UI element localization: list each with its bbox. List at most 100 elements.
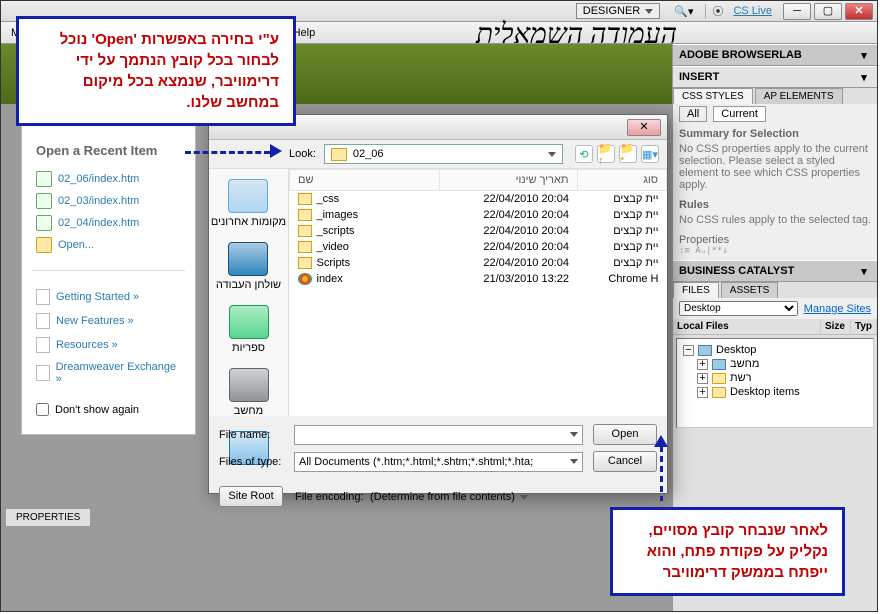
minimize-button[interactable]: ─ bbox=[783, 3, 811, 20]
file-row[interactable]: _images22/04/2010 20:04יית קבצים bbox=[290, 207, 667, 223]
rules-section: Rules No CSS rules apply to the selected… bbox=[673, 195, 877, 230]
new-features-link[interactable]: New Features » bbox=[36, 309, 181, 333]
new-folder-icon[interactable]: 📁* bbox=[619, 145, 637, 163]
chevron-down-icon bbox=[645, 9, 653, 14]
site-select[interactable]: Desktop bbox=[679, 301, 798, 316]
doc-icon bbox=[36, 337, 50, 353]
workspace-label: DESIGNER bbox=[583, 5, 640, 17]
insert-panel-head[interactable]: INSERT▾ bbox=[673, 66, 877, 88]
folder-icon bbox=[36, 237, 52, 253]
arrow-line bbox=[660, 446, 663, 501]
file-row[interactable]: _css22/04/2010 20:04יית קבצים bbox=[290, 191, 667, 208]
chrome-icon bbox=[298, 273, 312, 285]
file-encoding-label: File encoding: bbox=[295, 491, 370, 503]
collapse-icon[interactable]: ▾ bbox=[857, 264, 871, 278]
doc-icon bbox=[36, 193, 52, 209]
doc-icon bbox=[36, 365, 50, 381]
col-date[interactable]: תאריך שינוי bbox=[440, 170, 578, 191]
browserlab-panel-head[interactable]: ADOBE BROWSERLAB▾ bbox=[673, 44, 877, 66]
doc-icon bbox=[36, 171, 52, 187]
files-tab[interactable]: FILES bbox=[673, 282, 719, 298]
recent-item[interactable]: 02_06/index.htm bbox=[36, 168, 181, 190]
look-in-combo[interactable]: 02_06 bbox=[324, 144, 563, 164]
folder-icon bbox=[298, 209, 312, 221]
dialog-close-button[interactable]: ✕ bbox=[627, 119, 661, 136]
properties-section: Properties :≡ Aᵤ|**↓ bbox=[673, 230, 877, 260]
place-recent[interactable]: מקומות אחרונים bbox=[211, 179, 286, 228]
place-libraries[interactable]: ספריות bbox=[229, 305, 269, 354]
file-row[interactable]: _scripts22/04/2010 20:04יית קבצים bbox=[290, 223, 667, 239]
views-icon[interactable]: ▦▾ bbox=[641, 145, 659, 163]
folder-icon bbox=[331, 148, 347, 161]
folder-icon bbox=[298, 241, 312, 253]
chevron-down-icon bbox=[570, 459, 578, 464]
chevron-down-icon bbox=[570, 432, 578, 437]
col-name[interactable]: שם bbox=[290, 170, 440, 191]
properties-tab[interactable]: PROPERTIES bbox=[5, 508, 91, 527]
computer-icon bbox=[712, 359, 726, 370]
doc-icon bbox=[36, 289, 50, 305]
place-computer[interactable]: מחשב bbox=[229, 368, 269, 417]
cslive-link[interactable]: CS Live bbox=[733, 5, 772, 17]
file-row[interactable]: _video22/04/2010 20:04יית קבצים bbox=[290, 239, 667, 255]
getting-started-link[interactable]: Getting Started » bbox=[36, 285, 181, 309]
cancel-button[interactable]: Cancel bbox=[593, 451, 657, 472]
open-dialog: ✕ Look: 02_06 ⟲ 📁↑ 📁* ▦▾ מקומות אחרונים … bbox=[208, 114, 668, 494]
recent-item[interactable]: 02_03/index.htm bbox=[36, 190, 181, 212]
file-row[interactable]: Scripts22/04/2010 20:04יית קבצים bbox=[290, 255, 667, 271]
callout-bottom: לאחר שנבחר קובץ מסויים, נקליק על פקודת פ… bbox=[610, 507, 845, 596]
css-styles-tab[interactable]: CSS STYLES bbox=[673, 88, 753, 104]
collapse-icon[interactable]: ▾ bbox=[857, 48, 871, 62]
places-bar: מקומות אחרונים שולחן העבודה ספריות מחשב bbox=[209, 169, 289, 416]
dont-show-checkbox[interactable] bbox=[36, 403, 49, 416]
file-list[interactable]: שם תאריך שינוי סוג _css22/04/2010 20:04י… bbox=[289, 169, 667, 416]
file-row[interactable]: index21/03/2010 13:22Chrome H bbox=[290, 271, 667, 287]
workspace-switcher[interactable]: DESIGNER bbox=[576, 3, 660, 19]
encoding-combo[interactable]: (Determine from file contents) bbox=[370, 491, 570, 503]
ap-elements-tab[interactable]: AP ELEMENTS bbox=[755, 88, 843, 104]
search-icon[interactable]: 🔍▾ bbox=[674, 5, 693, 18]
recent-heading: Open a Recent Item bbox=[36, 143, 181, 158]
doc-icon bbox=[36, 215, 52, 231]
filter-combo[interactable]: All Documents (*.htm;*.html;*.shtm;*.sht… bbox=[294, 452, 583, 472]
doc-icon bbox=[36, 313, 50, 329]
dont-show-label: Don't show again bbox=[55, 404, 139, 416]
close-button[interactable]: ✕ bbox=[845, 3, 873, 20]
resources-link[interactable]: Resources » bbox=[36, 333, 181, 357]
network-icon bbox=[712, 373, 726, 384]
open-item[interactable]: Open... bbox=[36, 234, 181, 256]
recent-item[interactable]: 02_04/index.htm bbox=[36, 212, 181, 234]
all-button[interactable]: All bbox=[679, 106, 707, 122]
welcome-panel: Open a Recent Item 02_06/index.htm 02_03… bbox=[21, 124, 196, 435]
chevron-down-icon bbox=[548, 152, 556, 157]
folder-icon bbox=[298, 225, 312, 237]
collapse-icon[interactable]: ▾ bbox=[857, 70, 871, 84]
type-header[interactable]: Typ bbox=[851, 319, 877, 334]
look-label: Look: bbox=[289, 148, 316, 160]
folder-icon bbox=[712, 387, 726, 398]
exchange-link[interactable]: Dreamweaver Exchange » bbox=[36, 357, 181, 389]
folder-icon bbox=[298, 193, 312, 205]
file-name-input[interactable] bbox=[294, 425, 583, 445]
desktop-icon bbox=[698, 345, 712, 356]
folder-icon bbox=[298, 257, 312, 269]
local-files-header[interactable]: Local Files bbox=[673, 319, 821, 334]
files-of-type-label: Files of type: bbox=[219, 456, 294, 468]
assets-tab[interactable]: ASSETS bbox=[721, 282, 778, 298]
arrow-head-icon bbox=[654, 435, 668, 447]
file-name-label: File name: bbox=[219, 429, 294, 441]
current-button[interactable]: Current bbox=[713, 106, 766, 122]
business-catalyst-head[interactable]: BUSINESS CATALYST▾ bbox=[673, 260, 877, 282]
up-icon[interactable]: 📁↑ bbox=[597, 145, 615, 163]
size-header[interactable]: Size bbox=[821, 319, 851, 334]
maximize-button[interactable]: ▢ bbox=[814, 3, 842, 20]
col-type[interactable]: סוג bbox=[577, 170, 666, 191]
back-icon[interactable]: ⟲ bbox=[575, 145, 593, 163]
site-root-button[interactable]: Site Root bbox=[219, 486, 283, 507]
arrow-head-icon bbox=[270, 144, 282, 158]
chevron-down-icon bbox=[520, 495, 528, 500]
open-button[interactable]: Open bbox=[593, 424, 657, 445]
manage-sites-link[interactable]: Manage Sites bbox=[804, 303, 871, 315]
place-desktop[interactable]: שולחן העבודה bbox=[216, 242, 281, 291]
file-tree[interactable]: −Desktop +מחשב +רשת +Desktop items bbox=[676, 338, 874, 428]
